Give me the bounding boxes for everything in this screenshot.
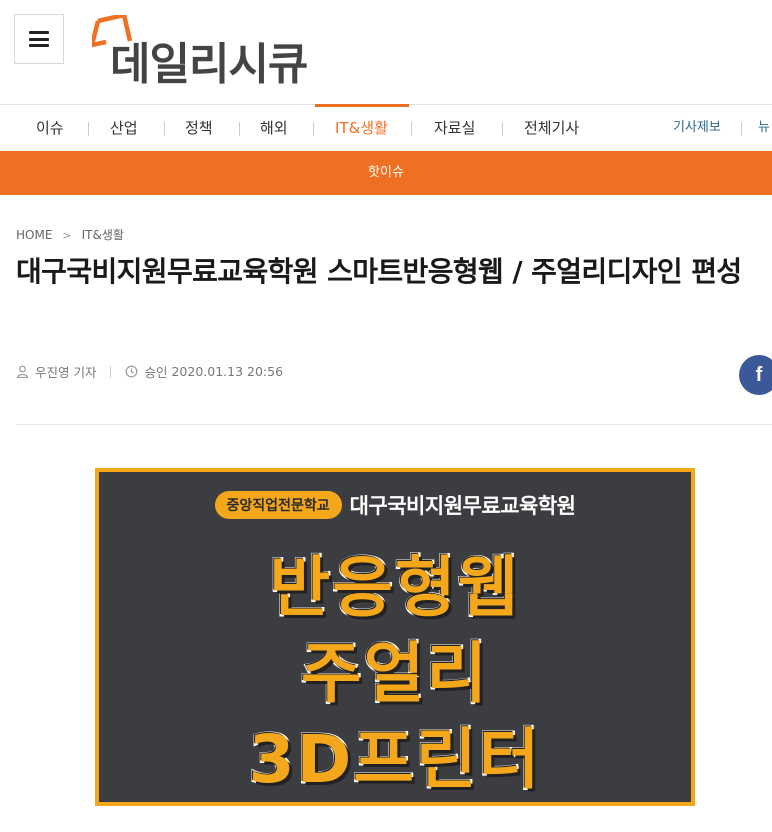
nav-separator: [741, 122, 742, 136]
article-meta: 우진영 기자 승인 2020.01.13 20:56: [16, 362, 283, 381]
banner-line-web: 반응형웹: [268, 548, 521, 628]
academy-name: 대구국비지원무료교육학원: [349, 494, 576, 518]
approved-time: 2020.01.13 20:56: [171, 364, 284, 379]
nav-separator: [239, 122, 240, 136]
breadcrumb-home[interactable]: HOME: [16, 228, 52, 242]
newsletter-link[interactable]: 뉴: [758, 105, 770, 151]
banner-header: 중앙직업전문학교 대구국비지원무료교육학원: [99, 490, 691, 520]
nav-item-it-life[interactable]: IT&생활: [335, 105, 388, 151]
logo-text: 데일리시큐: [110, 39, 308, 90]
site-header: 데일리시큐: [0, 0, 772, 104]
nav-separator: [164, 122, 165, 136]
nav-item-archive[interactable]: 자료실: [434, 105, 475, 151]
nav-separator: [313, 122, 314, 136]
article-banner-image: 중앙직업전문학교 대구국비지원무료교육학원 반응형웹 주얼리 3D프린터: [95, 468, 695, 806]
nav-separator: [88, 122, 89, 136]
article-author: 우진영 기자: [35, 365, 97, 380]
breadcrumb-section[interactable]: IT&생활: [82, 228, 124, 242]
hamburger-menu-icon: [29, 31, 49, 47]
hot-issue-label: 핫이슈: [368, 165, 404, 180]
clock-icon: [126, 365, 138, 378]
nav-item-issue[interactable]: 이슈: [36, 105, 64, 151]
meta-divider: [110, 365, 112, 378]
nav-separator: [411, 122, 412, 136]
meta-divider-line: [16, 424, 772, 425]
article-title: 대구국비지원무료교육학원 스마트반응형웹 / 주얼리디자인 편성: [16, 255, 742, 288]
nav-item-industry[interactable]: 산업: [110, 105, 138, 151]
nav-item-policy[interactable]: 정책: [185, 105, 213, 151]
site-logo[interactable]: 데일리시큐: [92, 12, 322, 90]
approved-label: 승인: [144, 365, 168, 380]
menu-button[interactable]: [14, 14, 64, 64]
user-icon: [16, 365, 29, 378]
facebook-share-button[interactable]: f: [739, 355, 772, 395]
banner-line-3d-printer: 3D프린터: [247, 720, 542, 800]
nav-separator: [502, 122, 503, 136]
breadcrumb: HOME > IT&생활: [16, 226, 124, 243]
school-badge: 중앙직업전문학교: [214, 491, 342, 519]
chevron-right-icon: >: [62, 229, 72, 242]
facebook-icon: f: [755, 363, 763, 386]
main-nav: 이슈 산업 정책 해외 IT&생활 자료실 전체기사 기사제보 뉴: [0, 104, 772, 151]
nav-item-all-articles[interactable]: 전체기사: [524, 105, 579, 151]
hot-issue-bar[interactable]: 핫이슈: [0, 151, 772, 195]
report-news-link[interactable]: 기사제보: [673, 105, 721, 151]
banner-line-jewelry: 주얼리: [299, 634, 490, 714]
nav-item-overseas[interactable]: 해외: [260, 105, 288, 151]
